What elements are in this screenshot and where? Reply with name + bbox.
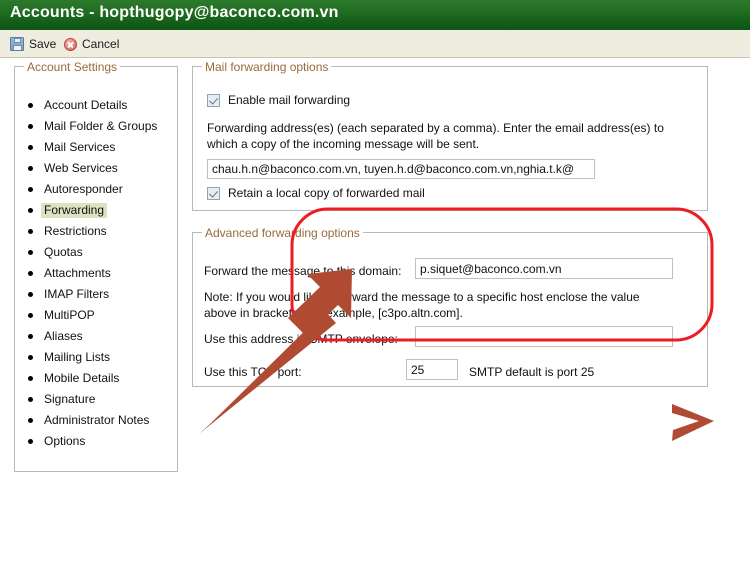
- sidebar-item-autoresponder[interactable]: Autoresponder: [15, 179, 179, 200]
- forward-note-line1: Note: If you would like to forward the m…: [204, 290, 640, 304]
- sidebar-item-mail-folder-groups[interactable]: Mail Folder & Groups: [15, 116, 179, 137]
- mail-forwarding-legend: Mail forwarding options: [202, 60, 332, 74]
- sidebar-item-label: MultiPOP: [44, 308, 95, 322]
- sidebar-item-quotas[interactable]: Quotas: [15, 242, 179, 263]
- bullet-icon: [28, 103, 33, 108]
- enable-mail-forwarding-checkbox[interactable]: [207, 93, 220, 107]
- forward-domain-input[interactable]: p.siquet@baconco.com.vn: [415, 258, 673, 279]
- sidebar-item-label: Web Services: [44, 161, 118, 175]
- enable-mail-forwarding-row[interactable]: Enable mail forwarding: [207, 93, 350, 107]
- tcp-port-hint: SMTP default is port 25: [469, 365, 595, 379]
- sidebar-item-mail-services[interactable]: Mail Services: [15, 137, 179, 158]
- sidebar-item-administrator-notes[interactable]: Administrator Notes: [15, 410, 179, 431]
- bullet-icon: [28, 397, 33, 402]
- forwarding-description-line1: Forwarding address(es) (each separated b…: [207, 121, 664, 135]
- advanced-forwarding-legend: Advanced forwarding options: [202, 226, 363, 240]
- sidebar-item-label: Autoresponder: [44, 182, 123, 196]
- account-settings-legend: Account Settings: [24, 60, 121, 74]
- sidebar-item-label: Signature: [44, 392, 96, 406]
- bullet-icon: [28, 439, 33, 444]
- bullet-icon: [28, 313, 33, 318]
- sidebar-item-multipop[interactable]: MultiPOP: [15, 305, 179, 326]
- smtp-envelope-input[interactable]: [415, 326, 673, 347]
- sidebar-item-label: Aliases: [44, 329, 83, 343]
- sidebar-item-label: Administrator Notes: [44, 413, 150, 427]
- retain-local-copy-label: Retain a local copy of forwarded mail: [228, 186, 425, 200]
- toolbar: Save Cancel: [0, 30, 750, 58]
- cancel-button-label: Cancel: [82, 37, 120, 51]
- bullet-icon: [28, 229, 33, 234]
- sidebar-item-mailing-lists[interactable]: Mailing Lists: [15, 347, 179, 368]
- sidebar-item-label: Mobile Details: [44, 371, 120, 385]
- sidebar-item-signature[interactable]: Signature: [15, 389, 179, 410]
- bullet-icon: [28, 187, 33, 192]
- sidebar-item-imap-filters[interactable]: IMAP Filters: [15, 284, 179, 305]
- sidebar-item-restrictions[interactable]: Restrictions: [15, 221, 179, 242]
- cancel-button[interactable]: Cancel: [64, 34, 119, 54]
- tcp-port-label: Use this TCP port:: [204, 365, 302, 379]
- sidebar-item-label: Attachments: [44, 266, 111, 280]
- sidebar-item-label: Mail Services: [44, 140, 116, 154]
- sidebar-item-forwarding[interactable]: Forwarding: [15, 200, 179, 221]
- retain-local-copy-checkbox[interactable]: [207, 186, 220, 200]
- save-button-label: Save: [29, 37, 57, 51]
- window-title: Accounts - hopthugopy@baconco.com.vn: [10, 4, 339, 21]
- forward-note-line2: above in brackets. For example, [c3po.al…: [204, 306, 463, 320]
- sidebar-item-label: Account Details: [44, 98, 128, 112]
- bullet-icon: [28, 355, 33, 360]
- sidebar-item-label: Quotas: [44, 245, 83, 259]
- sidebar-item-web-services[interactable]: Web Services: [15, 158, 179, 179]
- bullet-icon: [28, 124, 33, 129]
- bullet-icon: [28, 166, 33, 171]
- bullet-icon: [28, 376, 33, 381]
- sidebar-item-account-details[interactable]: Account Details: [15, 95, 179, 116]
- tcp-port-input[interactable]: 25: [406, 359, 458, 380]
- bullet-icon: [28, 271, 33, 276]
- forwarding-addresses-input[interactable]: chau.h.n@baconco.com.vn, tuyen.h.d@bacon…: [207, 159, 595, 179]
- bullet-icon: [28, 250, 33, 255]
- sidebar-item-label: Forwarding: [41, 203, 108, 218]
- advanced-forwarding-options-panel: Advanced forwarding options Forward the …: [192, 226, 708, 387]
- window-title-bar: Accounts - hopthugopy@baconco.com.vn: [0, 0, 750, 30]
- sidebar-item-options[interactable]: Options: [15, 431, 179, 452]
- sidebar-item-label: Mailing Lists: [44, 350, 111, 364]
- sidebar-item-label: Options: [44, 434, 86, 448]
- red-chevron-icon: [672, 404, 714, 441]
- mail-forwarding-options-panel: Mail forwarding options Enable mail forw…: [192, 60, 708, 211]
- bullet-icon: [28, 334, 33, 339]
- sidebar-item-aliases[interactable]: Aliases: [15, 326, 179, 347]
- forward-domain-label: Forward the message to this domain:: [204, 264, 402, 278]
- bullet-icon: [28, 292, 33, 297]
- bullet-icon: [28, 418, 33, 423]
- enable-mail-forwarding-label: Enable mail forwarding: [228, 93, 351, 107]
- sidebar-item-mobile-details[interactable]: Mobile Details: [15, 368, 179, 389]
- cancel-circle-icon: [64, 37, 77, 51]
- account-settings-list: Account Details Mail Folder & Groups Mai…: [15, 95, 179, 452]
- bullet-icon: [28, 145, 33, 150]
- sidebar-item-label: Restrictions: [44, 224, 107, 238]
- sidebar-item-label: Mail Folder & Groups: [44, 119, 158, 133]
- smtp-envelope-label: Use this address in SMTP envelope:: [204, 332, 398, 346]
- sidebar-item-label: IMAP Filters: [44, 287, 110, 301]
- sidebar-item-attachments[interactable]: Attachments: [15, 263, 179, 284]
- save-button[interactable]: Save: [10, 34, 56, 54]
- account-settings-panel: Account Settings Account Details Mail Fo…: [14, 60, 179, 472]
- bullet-icon: [28, 208, 33, 213]
- retain-local-copy-row[interactable]: Retain a local copy of forwarded mail: [207, 186, 425, 200]
- floppy-disk-icon: [10, 37, 24, 51]
- forwarding-description-line2: which a copy of the incoming message wil…: [207, 137, 480, 151]
